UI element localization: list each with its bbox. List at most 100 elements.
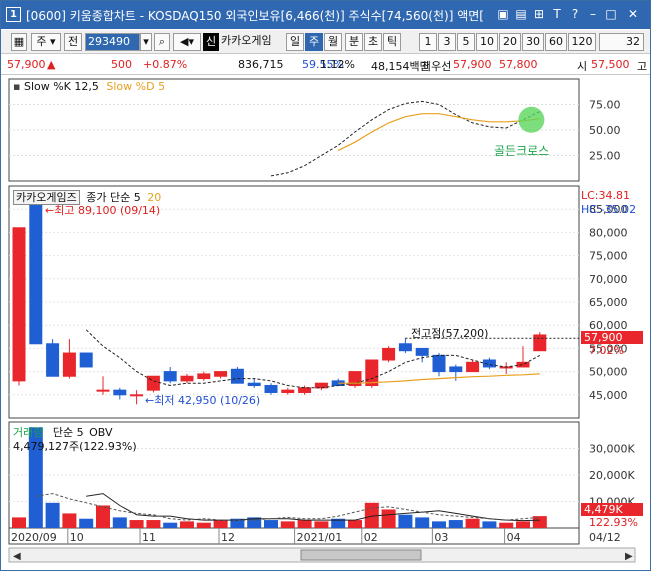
volume-bar [264, 520, 278, 528]
volume-bar [213, 520, 228, 528]
best-bid: 57,800 [499, 58, 538, 71]
candle-body [314, 382, 328, 389]
candle-body [365, 359, 379, 387]
hc-readout: HC:-35.02 [581, 203, 637, 216]
high-note-text: 최고 89,100 (09/14) [54, 204, 161, 217]
interval-10[interactable]: 10 [476, 33, 498, 51]
current-price: 57,900 [7, 58, 46, 71]
interval-120[interactable]: 120 [568, 33, 596, 51]
candle-body [466, 361, 480, 373]
title-bar[interactable]: 1 [0600] 키움종합차트 - KOSDAQ150 외국인보유[6,466(… [1, 1, 650, 29]
scrollbar-thumb[interactable] [300, 549, 422, 561]
candle-body [29, 194, 43, 345]
chart-canvas[interactable]: 75.0050.0025.0085,00080,00075,00070,0006… [1, 76, 650, 571]
volume-readout: 4,479,127주(122.93%) [13, 440, 137, 453]
volume-bar [12, 517, 26, 528]
interval-60[interactable]: 60 [545, 33, 567, 51]
volume-bar [314, 521, 329, 528]
candle-body [533, 334, 547, 352]
left-arrow-icon: ← [145, 394, 155, 407]
volume-axis-label: 30,000K [589, 443, 635, 456]
prev-high-note: 전고점(57,200) [411, 327, 489, 340]
volume-bar [499, 522, 514, 528]
volume-bar [482, 521, 497, 528]
period-tick[interactable]: 틱 [383, 33, 401, 51]
candle-body [449, 366, 463, 373]
minimize-icon[interactable]: – [585, 7, 601, 23]
split-icon[interactable]: ▤ [513, 7, 529, 23]
scroll-right-icon[interactable]: ▶ [625, 551, 633, 562]
x-axis-label: 03 [434, 531, 448, 544]
volume-bar [180, 521, 194, 528]
stoch-axis-label: 75.00 [589, 99, 621, 112]
help-icon[interactable]: ? [567, 7, 583, 23]
shin-button[interactable]: 신 [203, 33, 219, 51]
text-icon[interactable]: T [549, 7, 565, 23]
volume-bar [516, 521, 530, 528]
stock-code-input[interactable]: 293490 [85, 33, 140, 51]
high-label: 고 [637, 60, 648, 73]
period-week[interactable]: 주 [305, 33, 323, 51]
candle-body [516, 361, 530, 368]
panel-settings-icon[interactable]: ▪ [13, 80, 20, 93]
period-dropdown-label: 주 [36, 35, 47, 48]
volume-axis-label: 20,000K [589, 469, 635, 482]
grid-icon[interactable]: ▦ [11, 33, 27, 51]
table-icon[interactable]: ⊞ [531, 7, 547, 23]
candle-body [398, 343, 412, 352]
x-axis-label: 10 [70, 531, 84, 544]
price-axis-label: 45,000 [589, 389, 628, 402]
volume-bar [432, 521, 446, 528]
low-note: ←최저 42,950 (10/26) [145, 392, 260, 408]
toolbar: ▦ 주 ▾ 전 293490 ▾ ⌕ ◀▾ 신 카카오게임 일 주 월 분 초 … [1, 30, 650, 54]
period-month[interactable]: 월 [324, 33, 342, 51]
change-amount: 500 [111, 58, 132, 71]
last-pct-tag: 7.02% [589, 344, 624, 357]
period-minute[interactable]: 분 [345, 33, 363, 51]
high-note: ←최고 89,100 (09/14) [45, 202, 160, 218]
candle-body [432, 354, 446, 373]
candle-body [214, 371, 228, 377]
volume-bar [398, 514, 413, 528]
volume-bar [532, 516, 547, 528]
interval-1[interactable]: 1 [419, 33, 437, 51]
candle-body [382, 347, 396, 361]
candle-body [12, 227, 26, 382]
volume-bar [448, 520, 463, 528]
volume-bar [465, 518, 480, 528]
slow-d-label: Slow %D 5 [106, 80, 166, 93]
interval-3[interactable]: 3 [438, 33, 456, 51]
period-second[interactable]: 초 [364, 33, 382, 51]
lc-readout: LC:34.81 [581, 189, 631, 202]
count-input[interactable]: 32 [599, 33, 644, 51]
layout-icon[interactable]: ▣ [495, 7, 511, 23]
volume-bar [146, 520, 161, 528]
volume-bar [96, 505, 110, 528]
close-icon[interactable]: ✕ [625, 7, 641, 23]
x-axis-label: 04 [507, 531, 521, 544]
price-axis-label: 50,000 [589, 366, 628, 379]
search-icon[interactable]: ⌕ [154, 33, 170, 51]
maximize-icon[interactable]: □ [603, 7, 619, 23]
interval-20[interactable]: 20 [499, 33, 521, 51]
period-dropdown[interactable]: 주 ▾ [31, 33, 61, 51]
window-title: [0600] 키움종합차트 - KOSDAQ150 외국인보유[6,466(천)… [26, 9, 484, 23]
volume-bar [79, 518, 94, 528]
prev-button[interactable]: 전 [64, 33, 82, 51]
interval-30[interactable]: 30 [522, 33, 544, 51]
candle-body [146, 375, 160, 391]
volume-last-pct: 122.93% [589, 516, 638, 529]
left-arrow-icon: ← [45, 204, 55, 217]
open-label: 시 [577, 60, 588, 73]
change-percent: +0.87% [143, 58, 188, 71]
volume-bar [280, 521, 295, 528]
candle-body [79, 352, 93, 368]
interval-5[interactable]: 5 [457, 33, 475, 51]
volume-bar [297, 520, 312, 528]
last-price-tag: 57,900 [581, 331, 643, 344]
scroll-left-icon[interactable]: ◀ [13, 551, 21, 562]
speaker-icon[interactable]: ◀▾ [173, 33, 201, 51]
candle-body [281, 389, 295, 393]
code-dropdown-icon[interactable]: ▾ [140, 33, 152, 51]
period-day[interactable]: 일 [286, 33, 304, 51]
